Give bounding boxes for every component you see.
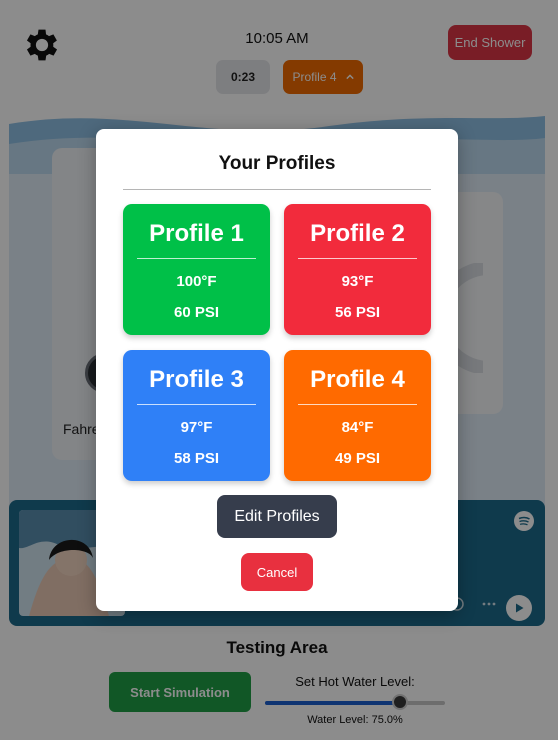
profile-pressure: 56 PSI <box>334 304 381 321</box>
profile-pressure: 60 PSI <box>173 304 220 321</box>
profile-temperature: 100°F <box>176 273 217 290</box>
profile-divider <box>298 404 417 405</box>
profile-card-3[interactable]: Profile 3 97°F 58 PSI <box>123 350 270 481</box>
cancel-button[interactable]: Cancel <box>241 553 313 591</box>
profile-divider <box>298 258 417 259</box>
profile-divider <box>137 404 256 405</box>
profile-temperature: 97°F <box>180 419 213 436</box>
profile-temperature: 84°F <box>341 419 374 436</box>
modal-divider <box>123 189 431 190</box>
edit-profiles-button[interactable]: Edit Profiles <box>217 495 337 538</box>
modal-title: Your Profiles <box>218 153 336 174</box>
profile-temperature: 93°F <box>341 273 374 290</box>
profile-card-2[interactable]: Profile 2 93°F 56 PSI <box>284 204 431 335</box>
profile-card-4[interactable]: Profile 4 84°F 49 PSI <box>284 350 431 481</box>
profile-card-1[interactable]: Profile 1 100°F 60 PSI <box>123 204 270 335</box>
profile-name: Profile 2 <box>310 220 405 247</box>
profiles-modal: Your Profiles Profile 1 100°F 60 PSI Pro… <box>96 129 458 611</box>
profile-name: Profile 1 <box>149 220 244 247</box>
profile-pressure: 58 PSI <box>173 450 220 467</box>
profile-name: Profile 3 <box>149 366 244 393</box>
profile-pressure: 49 PSI <box>334 450 381 467</box>
profile-divider <box>137 258 256 259</box>
profile-name: Profile 4 <box>310 366 405 393</box>
